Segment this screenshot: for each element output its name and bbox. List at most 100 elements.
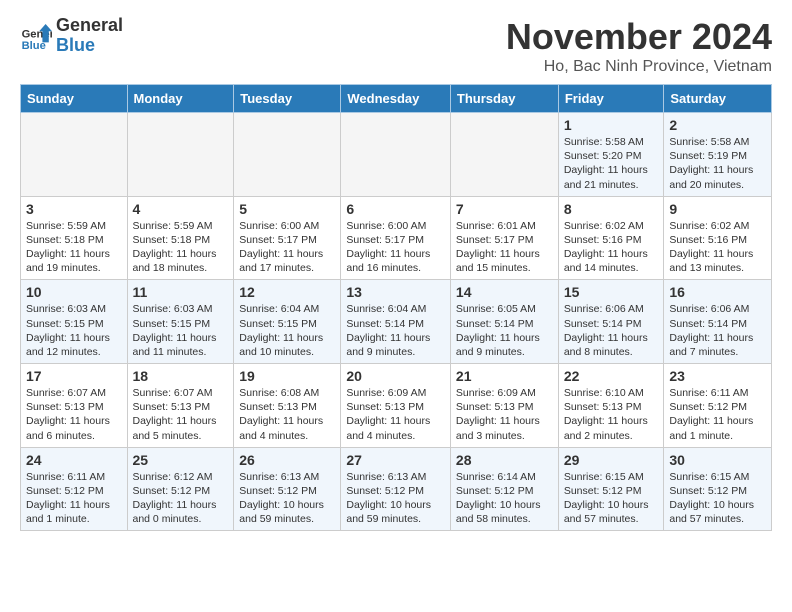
day-info: Sunrise: 6:03 AMSunset: 5:15 PMDaylight:…	[26, 302, 122, 359]
header-sunday: Sunday	[21, 85, 128, 113]
calendar-week-row: 1 Sunrise: 5:58 AMSunset: 5:20 PMDaylight…	[21, 113, 772, 197]
day-number: 13	[346, 284, 445, 300]
day-number: 24	[26, 452, 122, 468]
table-row: 24 Sunrise: 6:11 AMSunset: 5:12 PMDayligh…	[21, 447, 128, 531]
day-number: 18	[133, 368, 229, 384]
day-number: 4	[133, 201, 229, 217]
table-row: 7Sunrise: 6:01 AMSunset: 5:17 PMDaylight…	[450, 196, 558, 280]
table-row: 19 Sunrise: 6:08 AMSunset: 5:13 PMDayligh…	[234, 364, 341, 448]
header-friday: Friday	[558, 85, 664, 113]
page-container: General Blue General Blue November 2024 …	[0, 0, 792, 547]
table-row: 23 Sunrise: 6:11 AMSunset: 5:12 PMDayligh…	[664, 364, 772, 448]
day-info: Sunrise: 6:04 AMSunset: 5:14 PMDaylight:…	[346, 302, 445, 359]
day-info: Sunrise: 6:03 AMSunset: 5:15 PMDaylight:…	[133, 302, 229, 359]
day-number: 23	[669, 368, 766, 384]
table-row: 6Sunrise: 6:00 AMSunset: 5:17 PMDaylight…	[341, 196, 451, 280]
day-number: 8	[564, 201, 659, 217]
table-row: 16 Sunrise: 6:06 AMSunset: 5:14 PMDayligh…	[664, 280, 772, 364]
logo-text: General Blue	[56, 16, 123, 56]
logo-blue-text: Blue	[56, 36, 123, 56]
calendar-week-row: 10Sunrise: 6:03 AMSunset: 5:15 PMDayligh…	[21, 280, 772, 364]
day-info: Sunrise: 6:14 AMSunset: 5:12 PMDaylight:…	[456, 470, 553, 527]
header-monday: Monday	[127, 85, 234, 113]
day-info: Sunrise: 6:10 AMSunset: 5:13 PMDaylight:…	[564, 386, 659, 443]
table-row: 8 Sunrise: 6:02 AMSunset: 5:16 PMDaylight…	[558, 196, 664, 280]
table-row: 22 Sunrise: 6:10 AMSunset: 5:13 PMDayligh…	[558, 364, 664, 448]
table-row	[341, 113, 451, 197]
day-number: 16	[669, 284, 766, 300]
header-tuesday: Tuesday	[234, 85, 341, 113]
day-info: Sunrise: 6:13 AMSunset: 5:12 PMDaylight:…	[346, 470, 445, 527]
day-info: Sunrise: 6:09 AMSunset: 5:13 PMDaylight:…	[346, 386, 445, 443]
day-number: 25	[133, 452, 229, 468]
table-row: 13 Sunrise: 6:04 AMSunset: 5:14 PMDayligh…	[341, 280, 451, 364]
table-row: 20 Sunrise: 6:09 AMSunset: 5:13 PMDayligh…	[341, 364, 451, 448]
day-number: 15	[564, 284, 659, 300]
table-row: 21Sunrise: 6:09 AMSunset: 5:13 PMDayligh…	[450, 364, 558, 448]
calendar-table: Sunday Monday Tuesday Wednesday Thursday…	[20, 84, 772, 531]
day-number: 26	[239, 452, 335, 468]
day-info: Sunrise: 6:12 AMSunset: 5:12 PMDaylight:…	[133, 470, 229, 527]
day-number: 22	[564, 368, 659, 384]
header-thursday: Thursday	[450, 85, 558, 113]
day-info: Sunrise: 6:02 AMSunset: 5:16 PMDaylight:…	[669, 219, 766, 276]
day-number: 3	[26, 201, 122, 217]
day-number: 9	[669, 201, 766, 217]
table-row: 26Sunrise: 6:13 AMSunset: 5:12 PMDayligh…	[234, 447, 341, 531]
day-info: Sunrise: 6:06 AMSunset: 5:14 PMDaylight:…	[669, 302, 766, 359]
table-row	[450, 113, 558, 197]
day-info: Sunrise: 6:04 AMSunset: 5:15 PMDaylight:…	[239, 302, 335, 359]
day-info: Sunrise: 6:01 AMSunset: 5:17 PMDaylight:…	[456, 219, 553, 276]
day-number: 20	[346, 368, 445, 384]
table-row: 4Sunrise: 5:59 AMSunset: 5:18 PMDaylight…	[127, 196, 234, 280]
table-row: 17Sunrise: 6:07 AMSunset: 5:13 PMDayligh…	[21, 364, 128, 448]
weekday-header-row: Sunday Monday Tuesday Wednesday Thursday…	[21, 85, 772, 113]
day-info: Sunrise: 6:11 AMSunset: 5:12 PMDaylight:…	[26, 470, 122, 527]
day-info: Sunrise: 6:05 AMSunset: 5:14 PMDaylight:…	[456, 302, 553, 359]
table-row: 9 Sunrise: 6:02 AMSunset: 5:16 PMDaylight…	[664, 196, 772, 280]
day-number: 14	[456, 284, 553, 300]
table-row: 5 Sunrise: 6:00 AMSunset: 5:17 PMDaylight…	[234, 196, 341, 280]
month-title: November 2024	[506, 16, 772, 58]
table-row: 18 Sunrise: 6:07 AMSunset: 5:13 PMDayligh…	[127, 364, 234, 448]
calendar-week-row: 17Sunrise: 6:07 AMSunset: 5:13 PMDayligh…	[21, 364, 772, 448]
header: General Blue General Blue November 2024 …	[20, 16, 772, 76]
logo-general-text: General	[56, 16, 123, 36]
table-row: 30 Sunrise: 6:15 AMSunset: 5:12 PMDayligh…	[664, 447, 772, 531]
table-row	[21, 113, 128, 197]
day-info: Sunrise: 5:58 AMSunset: 5:20 PMDaylight:…	[564, 135, 659, 192]
day-number: 21	[456, 368, 553, 384]
day-number: 5	[239, 201, 335, 217]
day-info: Sunrise: 6:11 AMSunset: 5:12 PMDaylight:…	[669, 386, 766, 443]
table-row: 15 Sunrise: 6:06 AMSunset: 5:14 PMDayligh…	[558, 280, 664, 364]
day-number: 12	[239, 284, 335, 300]
day-info: Sunrise: 6:15 AMSunset: 5:12 PMDaylight:…	[669, 470, 766, 527]
day-info: Sunrise: 6:00 AMSunset: 5:17 PMDaylight:…	[239, 219, 335, 276]
day-info: Sunrise: 6:00 AMSunset: 5:17 PMDaylight:…	[346, 219, 445, 276]
day-info: Sunrise: 6:06 AMSunset: 5:14 PMDaylight:…	[564, 302, 659, 359]
table-row: 28Sunrise: 6:14 AMSunset: 5:12 PMDayligh…	[450, 447, 558, 531]
table-row: 29Sunrise: 6:15 AMSunset: 5:12 PMDayligh…	[558, 447, 664, 531]
table-row: 3 Sunrise: 5:59 AMSunset: 5:18 PMDaylight…	[21, 196, 128, 280]
day-number: 30	[669, 452, 766, 468]
day-info: Sunrise: 6:02 AMSunset: 5:16 PMDaylight:…	[564, 219, 659, 276]
day-number: 11	[133, 284, 229, 300]
header-saturday: Saturday	[664, 85, 772, 113]
table-row: 1 Sunrise: 5:58 AMSunset: 5:20 PMDaylight…	[558, 113, 664, 197]
day-info: Sunrise: 6:08 AMSunset: 5:13 PMDaylight:…	[239, 386, 335, 443]
table-row: 14 Sunrise: 6:05 AMSunset: 5:14 PMDayligh…	[450, 280, 558, 364]
day-info: Sunrise: 5:59 AMSunset: 5:18 PMDaylight:…	[26, 219, 122, 276]
day-info: Sunrise: 6:07 AMSunset: 5:13 PMDaylight:…	[26, 386, 122, 443]
header-wednesday: Wednesday	[341, 85, 451, 113]
calendar-week-row: 24 Sunrise: 6:11 AMSunset: 5:12 PMDayligh…	[21, 447, 772, 531]
location: Ho, Bac Ninh Province, Vietnam	[506, 58, 772, 76]
svg-text:Blue: Blue	[22, 40, 46, 52]
day-number: 2	[669, 117, 766, 133]
table-row: 11 Sunrise: 6:03 AMSunset: 5:15 PMDayligh…	[127, 280, 234, 364]
day-info: Sunrise: 6:07 AMSunset: 5:13 PMDaylight:…	[133, 386, 229, 443]
calendar-week-row: 3 Sunrise: 5:59 AMSunset: 5:18 PMDaylight…	[21, 196, 772, 280]
logo-icon: General Blue	[20, 20, 52, 52]
day-number: 1	[564, 117, 659, 133]
day-number: 19	[239, 368, 335, 384]
logo: General Blue General Blue	[20, 16, 123, 56]
